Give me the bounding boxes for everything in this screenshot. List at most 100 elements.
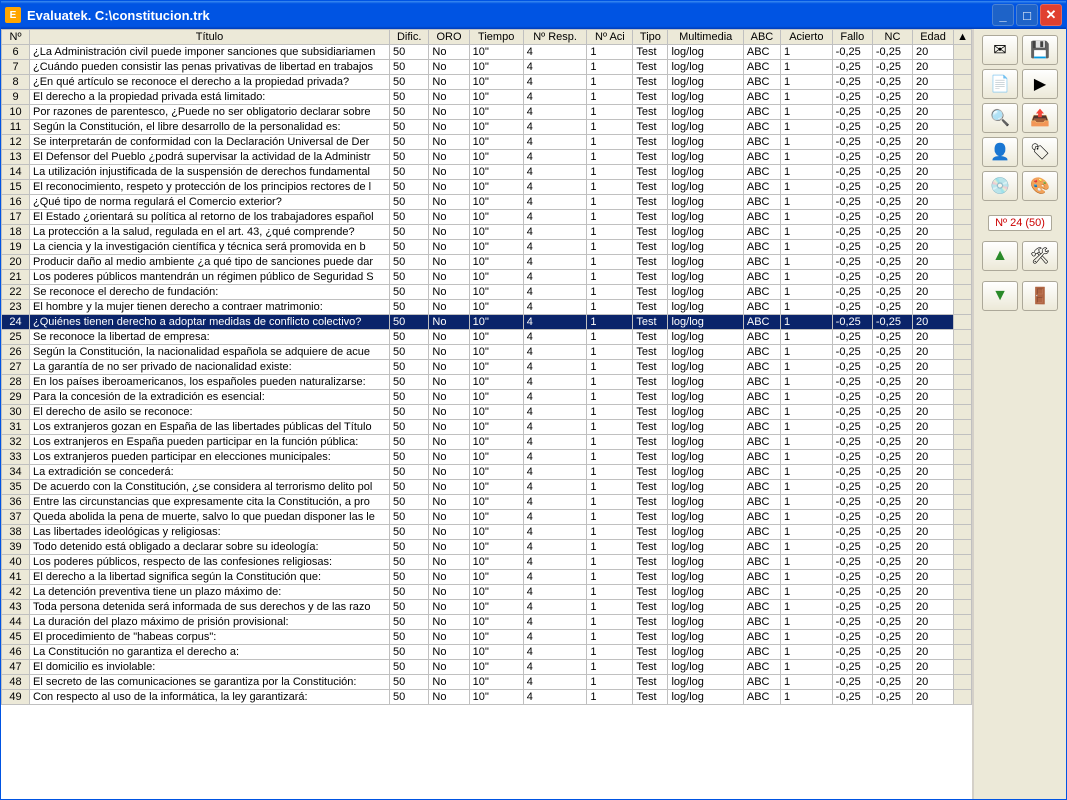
cell-tipo[interactable]: Test (633, 585, 668, 600)
cell-acierto[interactable]: 1 (780, 75, 832, 90)
cell-tiempo[interactable]: 10'' (469, 330, 523, 345)
cell-titulo[interactable]: La Constitución no garantiza el derecho … (30, 645, 390, 660)
cell-n[interactable]: 9 (2, 90, 30, 105)
table-row[interactable]: 39Todo detenido está obligado a declarar… (2, 540, 972, 555)
cell-nc[interactable]: -0,25 (872, 315, 912, 330)
table-row[interactable]: 16¿Qué tipo de norma regulará el Comerci… (2, 195, 972, 210)
cell-nresp[interactable]: 4 (523, 360, 587, 375)
cell-tipo[interactable]: Test (633, 465, 668, 480)
cell-abc[interactable]: ABC (743, 480, 780, 495)
cell-nc[interactable]: -0,25 (872, 480, 912, 495)
cell-oro[interactable]: No (429, 150, 469, 165)
cell-nc[interactable]: -0,25 (872, 615, 912, 630)
cell-abc[interactable]: ABC (743, 585, 780, 600)
cell-nresp[interactable]: 4 (523, 645, 587, 660)
cell-oro[interactable]: No (429, 330, 469, 345)
cell-multimedia[interactable]: log/log (668, 435, 743, 450)
cell-abc[interactable]: ABC (743, 285, 780, 300)
cell-n[interactable]: 38 (2, 525, 30, 540)
cell-multimedia[interactable]: log/log (668, 135, 743, 150)
cell-abc[interactable]: ABC (743, 675, 780, 690)
cell-naci[interactable]: 1 (587, 180, 633, 195)
cell-edad[interactable]: 20 (913, 600, 954, 615)
cell-naci[interactable]: 1 (587, 435, 633, 450)
cell-edad[interactable]: 20 (913, 615, 954, 630)
cell-nc[interactable]: -0,25 (872, 495, 912, 510)
cell-fallo[interactable]: -0,25 (832, 660, 872, 675)
cell-abc[interactable]: ABC (743, 495, 780, 510)
cell-acierto[interactable]: 1 (780, 690, 832, 705)
cell-edad[interactable]: 20 (913, 555, 954, 570)
cell-acierto[interactable]: 1 (780, 240, 832, 255)
cell-abc[interactable]: ABC (743, 630, 780, 645)
cell-titulo[interactable]: Se interpretarán de conformidad con la D… (30, 135, 390, 150)
cell-n[interactable]: 45 (2, 630, 30, 645)
cell-nc[interactable]: -0,25 (872, 360, 912, 375)
cell-naci[interactable]: 1 (587, 165, 633, 180)
cell-tipo[interactable]: Test (633, 210, 668, 225)
cell-tipo[interactable]: Test (633, 300, 668, 315)
cell-nresp[interactable]: 4 (523, 585, 587, 600)
cell-edad[interactable]: 20 (913, 75, 954, 90)
cell-nc[interactable]: -0,25 (872, 675, 912, 690)
cell-n[interactable]: 7 (2, 60, 30, 75)
cell-multimedia[interactable]: log/log (668, 465, 743, 480)
cell-dific[interactable]: 50 (390, 435, 429, 450)
cell-fallo[interactable]: -0,25 (832, 315, 872, 330)
cell-nresp[interactable]: 4 (523, 420, 587, 435)
cell-tipo[interactable]: Test (633, 120, 668, 135)
cell-titulo[interactable]: La detención preventiva tiene un plazo m… (30, 585, 390, 600)
cell-titulo[interactable]: El derecho a la libertad significa según… (30, 570, 390, 585)
cell-oro[interactable]: No (429, 195, 469, 210)
cell-tipo[interactable]: Test (633, 540, 668, 555)
cell-multimedia[interactable]: log/log (668, 300, 743, 315)
column-header[interactable]: Multimedia (668, 30, 743, 45)
cell-fallo[interactable]: -0,25 (832, 180, 872, 195)
cell-tiempo[interactable]: 10'' (469, 450, 523, 465)
cell-naci[interactable]: 1 (587, 225, 633, 240)
cell-edad[interactable]: 20 (913, 675, 954, 690)
cell-tiempo[interactable]: 10'' (469, 225, 523, 240)
cell-nresp[interactable]: 4 (523, 615, 587, 630)
table-row[interactable]: 18La protección a la salud, regulada en … (2, 225, 972, 240)
cell-dific[interactable]: 50 (390, 675, 429, 690)
cell-oro[interactable]: No (429, 75, 469, 90)
cell-edad[interactable]: 20 (913, 495, 954, 510)
cell-n[interactable]: 42 (2, 585, 30, 600)
cell-abc[interactable]: ABC (743, 405, 780, 420)
cell-tipo[interactable]: Test (633, 195, 668, 210)
cell-nc[interactable]: -0,25 (872, 225, 912, 240)
table-row[interactable]: 43Toda persona detenida será informada d… (2, 600, 972, 615)
cell-abc[interactable]: ABC (743, 420, 780, 435)
cell-abc[interactable]: ABC (743, 60, 780, 75)
cell-dific[interactable]: 50 (390, 630, 429, 645)
cell-naci[interactable]: 1 (587, 690, 633, 705)
cell-fallo[interactable]: -0,25 (832, 225, 872, 240)
cell-oro[interactable]: No (429, 405, 469, 420)
cell-tipo[interactable]: Test (633, 420, 668, 435)
cell-multimedia[interactable]: log/log (668, 525, 743, 540)
cell-acierto[interactable]: 1 (780, 600, 832, 615)
cell-dific[interactable]: 50 (390, 450, 429, 465)
cell-nc[interactable]: -0,25 (872, 555, 912, 570)
cell-nresp[interactable]: 4 (523, 45, 587, 60)
cell-tiempo[interactable]: 10'' (469, 390, 523, 405)
cell-n[interactable]: 23 (2, 300, 30, 315)
cell-tiempo[interactable]: 10'' (469, 75, 523, 90)
cell-acierto[interactable]: 1 (780, 570, 832, 585)
cell-tipo[interactable]: Test (633, 600, 668, 615)
cell-naci[interactable]: 1 (587, 450, 633, 465)
cell-abc[interactable]: ABC (743, 360, 780, 375)
cell-dific[interactable]: 50 (390, 240, 429, 255)
cell-multimedia[interactable]: log/log (668, 630, 743, 645)
cell-dific[interactable]: 50 (390, 300, 429, 315)
cell-acierto[interactable]: 1 (780, 630, 832, 645)
cell-edad[interactable]: 20 (913, 90, 954, 105)
cell-titulo[interactable]: Las libertades ideológicas y religiosas: (30, 525, 390, 540)
cell-naci[interactable]: 1 (587, 480, 633, 495)
table-row[interactable]: 31Los extranjeros gozan en España de las… (2, 420, 972, 435)
table-row[interactable]: 15El reconocimiento, respeto y protecció… (2, 180, 972, 195)
cell-titulo[interactable]: ¿La Administración civil puede imponer s… (30, 45, 390, 60)
cell-nc[interactable]: -0,25 (872, 420, 912, 435)
table-row[interactable]: 49Con respecto al uso de la informática,… (2, 690, 972, 705)
